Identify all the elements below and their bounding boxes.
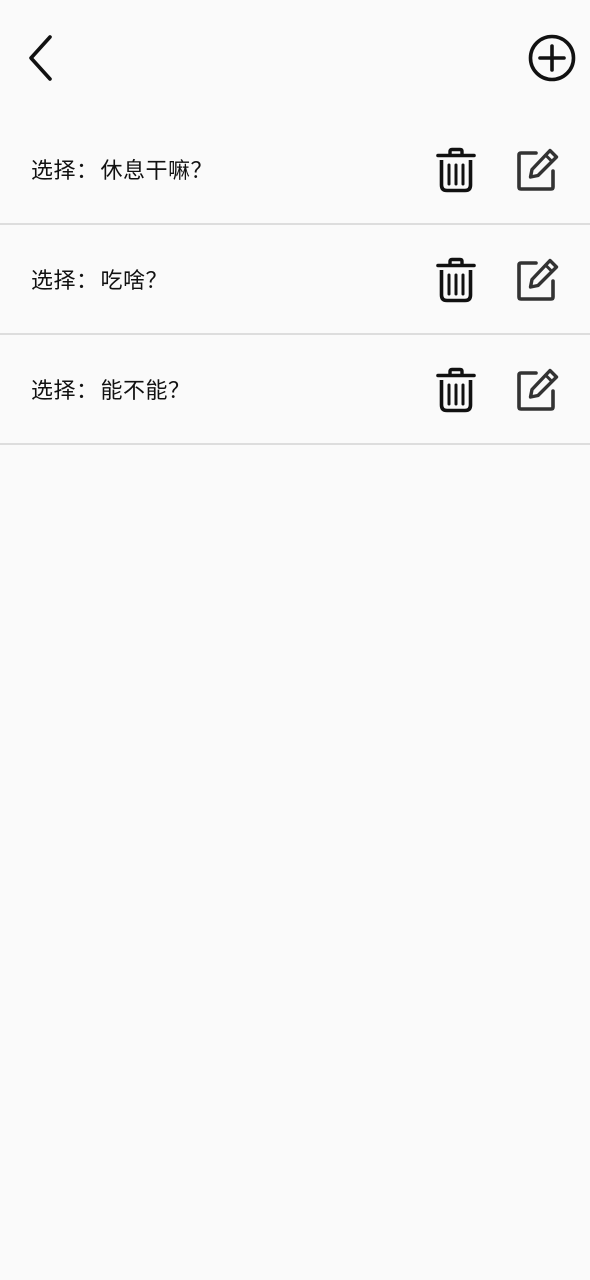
list-item-prefix: 选择： [31,159,99,184]
plus-circle-icon [528,34,576,82]
choice-list: 选择： 休息干嘛？ 选择： 吃啥？ 选择： 能不能？ [0,115,590,445]
edit-button[interactable] [513,256,561,304]
trash-icon [436,257,476,303]
trash-icon [436,147,476,193]
list-item-prefix: 选择： [31,269,99,294]
edit-button[interactable] [513,146,561,194]
list-item-label: 选择： 吃啥？ [31,225,168,333]
list-item-prefix: 选择： [31,379,99,404]
list-item-title: 休息干嘛？ [100,159,214,184]
edit-icon [517,258,559,301]
edit-icon [517,148,559,191]
list-item-label: 选择： 休息干嘛？ [31,115,213,223]
top-bar [0,0,590,115]
choices-list-screen: 选择： 休息干嘛？ 选择： 吃啥？ 选择： 能不能？ [0,0,590,1280]
delete-button[interactable] [432,146,480,194]
trash-icon [436,367,476,413]
edit-icon [517,368,559,411]
delete-button[interactable] [432,366,480,414]
list-item-title: 吃啥？ [100,269,169,294]
add-button[interactable] [528,34,576,82]
list-item[interactable]: 选择： 休息干嘛？ [0,115,590,225]
list-item-title: 能不能？ [100,379,191,404]
list-item-label: 选择： 能不能？ [31,335,191,443]
back-button[interactable] [18,30,64,86]
edit-button[interactable] [513,366,561,414]
list-item[interactable]: 选择： 能不能？ [0,335,590,445]
list-item[interactable]: 选择： 吃啥？ [0,225,590,335]
delete-button[interactable] [432,256,480,304]
chevron-left-icon [29,35,52,81]
